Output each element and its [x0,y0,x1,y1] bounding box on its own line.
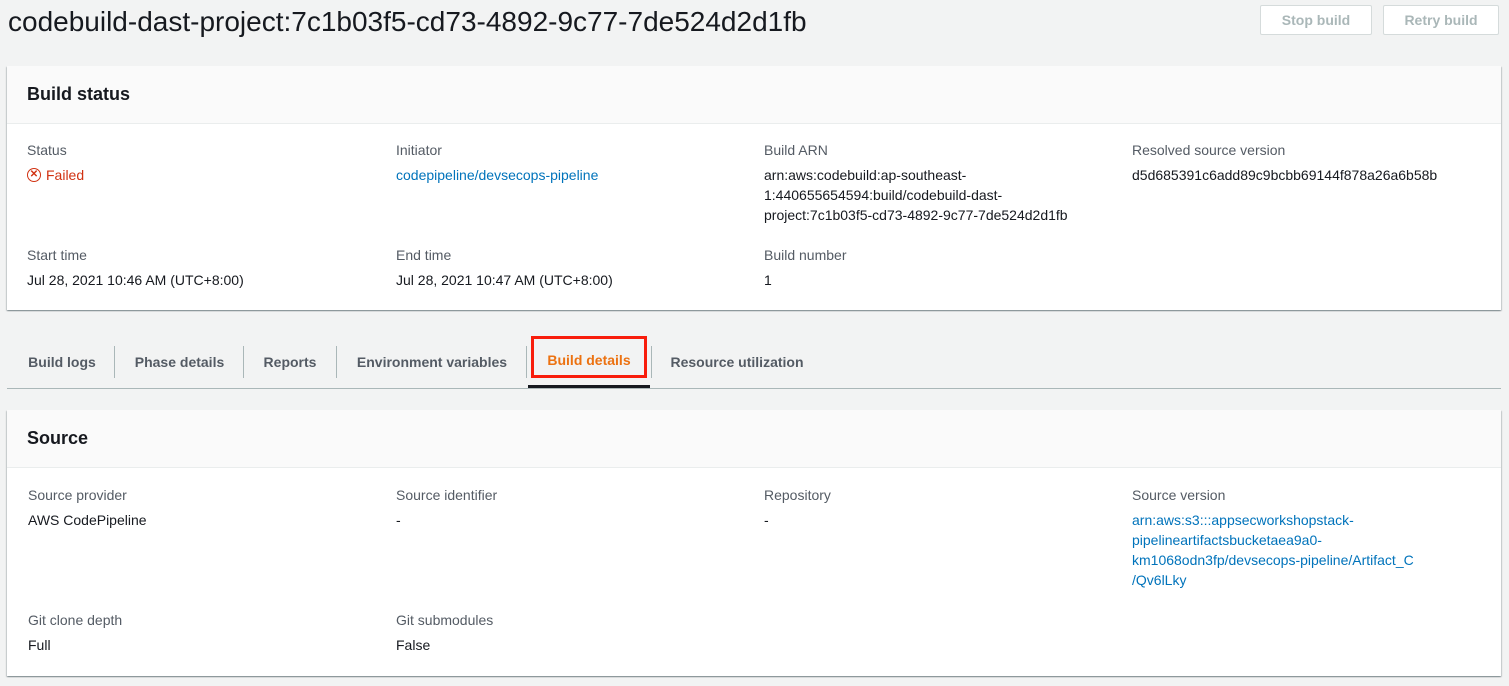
git-submodules-label: Git submodules [396,612,494,628]
tab-label: Reports [263,353,317,370]
build-arn-field: Build ARN arn:aws:codebuild:ap-southeast… [764,140,1114,225]
initiator-link[interactable]: codepipeline/devsecops-pipeline [396,165,598,185]
tab-label: Environment variables [356,353,508,370]
failed-icon: ✕ [27,168,41,182]
source-panel: Source Source provider AWS CodePipeline … [7,410,1501,676]
start-time-value: Jul 28, 2021 10:46 AM (UTC+8:00) [27,272,244,288]
initiator-label: Initiator [396,142,442,158]
build-number-value: 1 [764,272,772,288]
build-status-panel: Build status Status ✕ Failed Initiator c… [7,66,1501,310]
tab-label: Phase details [134,353,225,370]
source-provider-label: Source provider [28,487,127,503]
repository-label: Repository [764,487,831,503]
status-text: Failed [46,167,85,183]
resolved-source-value: d5d685391c6add89c9bcbb69144f878a26a6b58b [1132,167,1438,183]
tab-label: Build logs [28,353,96,370]
initiator-field: Initiator codepipeline/devsecops-pipelin… [396,140,598,185]
retry-build-button[interactable]: Retry build [1383,5,1499,35]
source-identifier-label: Source identifier [396,487,498,503]
build-number-field: Build number 1 [764,245,847,290]
build-status-heading: Build status [7,66,1501,124]
source-provider-field: Source provider AWS CodePipeline [28,485,147,530]
stop-build-button[interactable]: Stop build [1260,5,1372,35]
page-title: codebuild-dast-project:7c1b03f5-cd73-489… [8,6,807,37]
status-label: Status [27,142,67,158]
source-version-line: arn:aws:s3:::appsecworkshopstack- [1132,512,1354,528]
git-clone-depth-label: Git clone depth [28,612,123,628]
end-time-field: End time Jul 28, 2021 10:47 AM (UTC+8:00… [396,245,613,290]
source-identifier-field: Source identifier - [396,485,497,530]
resolved-source-label: Resolved source version [1132,142,1286,158]
source-version-line: pipelineartifactsbucketaea9a0- [1132,532,1322,548]
source-version-line: km1068odn3fp/devsecops-pipeline/Artifact… [1132,552,1414,568]
git-submodules-field: Git submodules False [396,610,493,655]
tab-phase-details[interactable]: Phase details [115,335,244,388]
git-submodules-value: False [396,637,431,653]
status-field: Status ✕ Failed [27,140,84,185]
start-time-label: Start time [27,247,87,263]
tab-label: Resource utilization [670,353,804,370]
build-number-label: Build number [764,247,847,263]
tab-environment-variables[interactable]: Environment variables [337,335,527,388]
tab-label: Build details [547,352,631,368]
source-version-field: Source version arn:aws:s3:::appsecworksh… [1132,485,1472,590]
tab-reports[interactable]: Reports [244,335,336,388]
repository-field: Repository - [764,485,831,530]
end-time-label: End time [396,247,452,263]
git-clone-depth-field: Git clone depth Full [28,610,122,655]
detail-tabs: Build logs Phase details Reports Environ… [7,335,1501,389]
source-identifier-value: - [396,512,401,528]
status-value: ✕ Failed [27,165,84,185]
tab-resource-utilization[interactable]: Resource utilization [652,335,822,388]
source-heading: Source [7,410,1501,468]
build-arn-label: Build ARN [764,142,828,158]
tab-build-details[interactable]: Build details [528,335,650,388]
repository-value: - [764,512,769,528]
end-time-value: Jul 28, 2021 10:47 AM (UTC+8:00) [396,272,613,288]
source-version-line: /Qv6lLky [1132,572,1187,588]
start-time-field: Start time Jul 28, 2021 10:46 AM (UTC+8:… [27,245,244,290]
source-provider-value: AWS CodePipeline [28,512,147,528]
tab-build-logs[interactable]: Build logs [9,335,115,388]
git-clone-depth-value: Full [28,637,51,653]
source-version-link[interactable]: arn:aws:s3:::appsecworkshopstack- pipeli… [1132,510,1472,590]
build-arn-line: project:7c1b03f5-cd73-4892-9c77-7de524d2… [764,207,1068,223]
tab-divider [526,346,527,378]
source-version-label: Source version [1132,487,1226,503]
build-arn-line: 1:440655654594:build/codebuild-dast- [764,187,1003,203]
build-arn-value: arn:aws:codebuild:ap-southeast- 1:440655… [764,165,1114,225]
build-arn-line: arn:aws:codebuild:ap-southeast- [764,167,967,183]
resolved-source-field: Resolved source version d5d685391c6add89… [1132,140,1437,185]
